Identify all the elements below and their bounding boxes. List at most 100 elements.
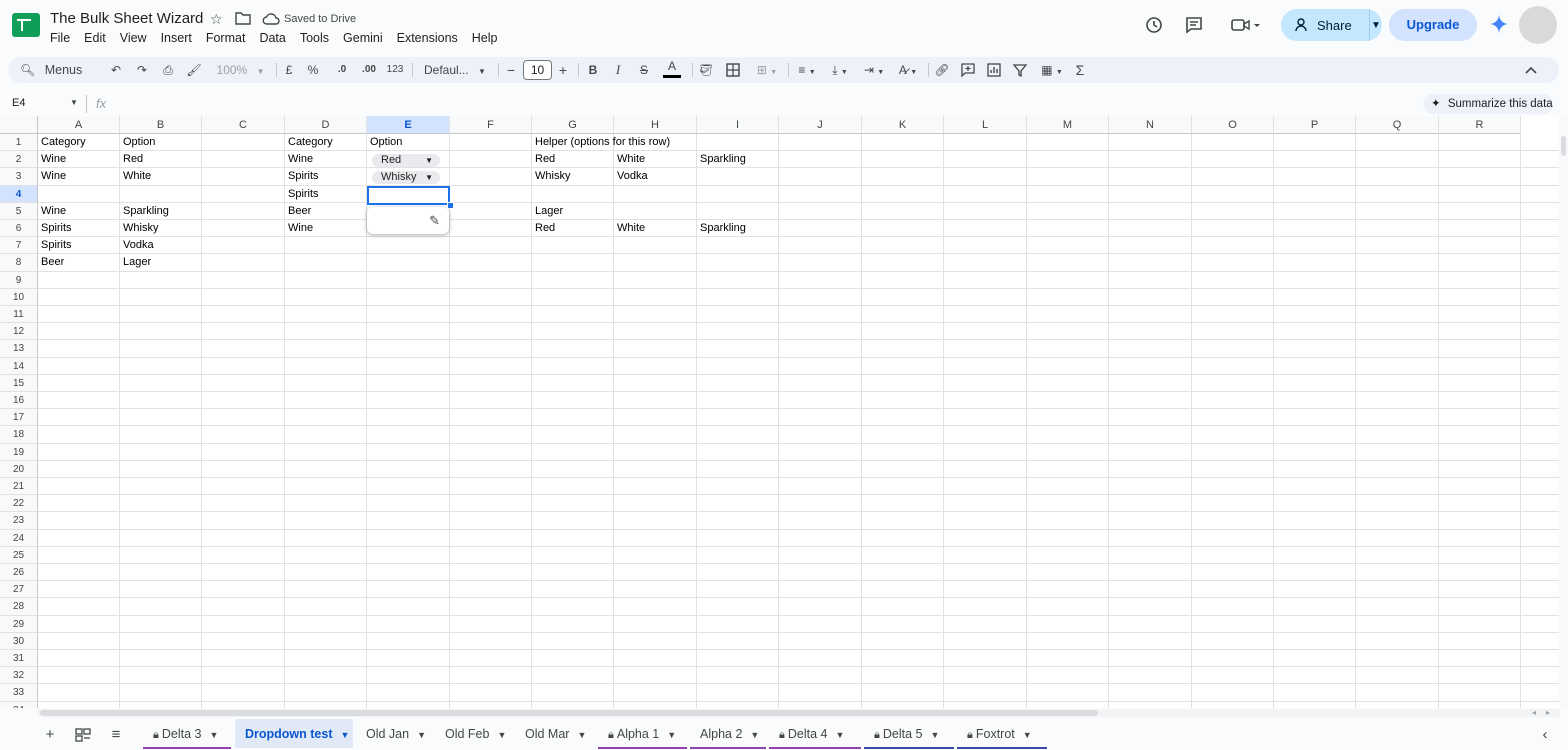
cell-g5[interactable]: Lager (532, 203, 563, 220)
column-header-b[interactable]: B (120, 116, 202, 134)
upgrade-button[interactable]: Upgrade (1389, 9, 1477, 41)
row-header-2[interactable]: 2 (0, 151, 38, 169)
row-header-21[interactable]: 21 (0, 478, 38, 496)
sheet-list-icon[interactable] (73, 725, 93, 745)
sheet-tab-old-mar[interactable]: Old Mar ▼ (515, 719, 595, 748)
gemini-icon[interactable] (1489, 14, 1509, 34)
dropdown-chip-e2[interactable]: Red ▼ (372, 154, 440, 167)
insert-link-icon[interactable]: 🔗︎ (934, 57, 950, 83)
row-header-23[interactable]: 23 (0, 512, 38, 530)
sheet-tab-chevron-down-icon[interactable]: ▼ (341, 730, 350, 740)
fill-handle[interactable] (447, 202, 454, 209)
menu-extensions[interactable]: Extensions (397, 31, 466, 45)
column-header-n[interactable]: N (1109, 116, 1192, 134)
font-size-decrease-icon[interactable]: − (505, 57, 517, 83)
font-size-input[interactable]: 10 (523, 60, 552, 80)
horizontal-scrollbar[interactable]: ◂ ▸ (38, 708, 1560, 717)
row-header-3[interactable]: 3 (0, 168, 38, 186)
row-header-25[interactable]: 25 (0, 546, 38, 564)
menu-insert[interactable]: Insert (161, 31, 200, 45)
column-header-d[interactable]: D (285, 116, 367, 134)
text-wrapping-icon[interactable]: ⇥ ▼ (860, 57, 888, 83)
sheet-tab-chevron-down-icon[interactable]: ▼ (750, 730, 759, 740)
cell-a3[interactable]: Wine (38, 168, 66, 185)
font-family-select[interactable]: Defaul... ▼ (420, 57, 490, 83)
menu-view[interactable]: View (120, 31, 155, 45)
row-header-10[interactable]: 10 (0, 288, 38, 306)
cell-b2[interactable]: Red (120, 151, 143, 168)
row-header-32[interactable]: 32 (0, 667, 38, 685)
percent-format-button[interactable]: % (306, 57, 320, 83)
sheet-tab-alpha-1[interactable]: 🔒︎ Alpha 1 ▼ (598, 719, 687, 749)
cell-b5[interactable]: Sparkling (120, 203, 169, 220)
row-header-14[interactable]: 14 (0, 357, 38, 375)
select-all-corner[interactable] (0, 116, 38, 134)
cell-b8[interactable]: Lager (120, 254, 151, 271)
vertical-align-icon[interactable]: ⤓ ▼ (827, 57, 853, 83)
menu-file[interactable]: File (50, 31, 78, 45)
sheet-tab-delta-4[interactable]: 🔒︎ Delta 4 ▼ (769, 719, 861, 749)
redo-icon[interactable]: ↷ (134, 57, 150, 83)
sheet-tab-alpha-2[interactable]: Alpha 2 ▼ (690, 719, 766, 749)
column-header-j[interactable]: J (779, 116, 862, 134)
cell-b6[interactable]: Whisky (120, 220, 158, 237)
cell-d2[interactable]: Wine (285, 151, 313, 168)
menu-data[interactable]: Data (259, 31, 293, 45)
column-header-o[interactable]: O (1192, 116, 1274, 134)
cell-d1[interactable]: Category (285, 134, 333, 151)
row-header-31[interactable]: 31 (0, 650, 38, 668)
row-header-16[interactable]: 16 (0, 392, 38, 410)
cell-h6[interactable]: White (614, 220, 645, 237)
row-header-8[interactable]: 8 (0, 254, 38, 272)
column-header-i[interactable]: I (697, 116, 779, 134)
column-header-l[interactable]: L (944, 116, 1027, 134)
row-header-13[interactable]: 13 (0, 340, 38, 358)
column-header-r[interactable]: R (1439, 116, 1521, 134)
formula-input[interactable] (116, 95, 1406, 113)
row-header-34[interactable]: 34 (0, 701, 38, 708)
move-folder-icon[interactable] (235, 11, 251, 28)
increase-decimal-button[interactable]: .00 (358, 57, 380, 83)
horizontal-align-icon[interactable]: ≡ ▼ (794, 57, 820, 83)
share-options-chevron-icon[interactable]: ▼ (1370, 20, 1382, 31)
strikethrough-icon[interactable]: S (637, 57, 651, 83)
name-box-chevron-down-icon[interactable]: ▼ (70, 98, 78, 107)
row-header-4[interactable]: 4 (0, 185, 38, 203)
sheet-tab-old-jan[interactable]: Old Jan ▼ (356, 719, 432, 748)
menu-edit[interactable]: Edit (84, 31, 114, 45)
scroll-right-icon[interactable]: ▸ (1546, 708, 1550, 717)
row-header-30[interactable]: 30 (0, 632, 38, 650)
account-avatar[interactable] (1519, 6, 1557, 44)
cell-b7[interactable]: Vodka (120, 237, 154, 254)
row-header-19[interactable]: 19 (0, 443, 38, 461)
row-header-12[interactable]: 12 (0, 323, 38, 341)
sheets-logo-icon[interactable] (12, 13, 40, 37)
comments-icon[interactable] (1184, 15, 1204, 35)
text-color-icon[interactable]: A (663, 57, 681, 83)
cell-a5[interactable]: Wine (38, 203, 66, 220)
sheet-tab-delta-5[interactable]: 🔒︎ Delta 5 ▼ (864, 719, 954, 749)
sheet-tab-chevron-down-icon[interactable]: ▼ (577, 730, 586, 740)
cell-e1[interactable]: Option (367, 134, 402, 151)
row-header-7[interactable]: 7 (0, 237, 38, 255)
share-button[interactable]: Share ▼ (1281, 9, 1382, 41)
column-header-k[interactable]: K (862, 116, 944, 134)
borders-icon[interactable] (725, 57, 741, 83)
sheet-tab-chevron-down-icon[interactable]: ▼ (497, 730, 506, 740)
sheet-tab-chevron-down-icon[interactable]: ▼ (930, 730, 939, 740)
font-size-increase-icon[interactable]: + (557, 57, 569, 83)
menu-gemini[interactable]: Gemini (343, 31, 391, 45)
sheet-tab-chevron-down-icon[interactable]: ▼ (417, 730, 426, 740)
row-header-15[interactable]: 15 (0, 374, 38, 392)
row-header-20[interactable]: 20 (0, 460, 38, 478)
cell-d4[interactable]: Spirits (285, 186, 319, 203)
column-header-e[interactable]: E (367, 116, 450, 134)
row-header-11[interactable]: 11 (0, 306, 38, 324)
menu-help[interactable]: Help (472, 31, 506, 45)
row-header-29[interactable]: 29 (0, 615, 38, 633)
sheet-tab-chevron-down-icon[interactable]: ▼ (835, 730, 844, 740)
document-title[interactable]: The Bulk Sheet Wizard (50, 10, 203, 27)
row-header-24[interactable]: 24 (0, 529, 38, 547)
row-header-5[interactable]: 5 (0, 202, 38, 220)
column-header-p[interactable]: P (1274, 116, 1356, 134)
